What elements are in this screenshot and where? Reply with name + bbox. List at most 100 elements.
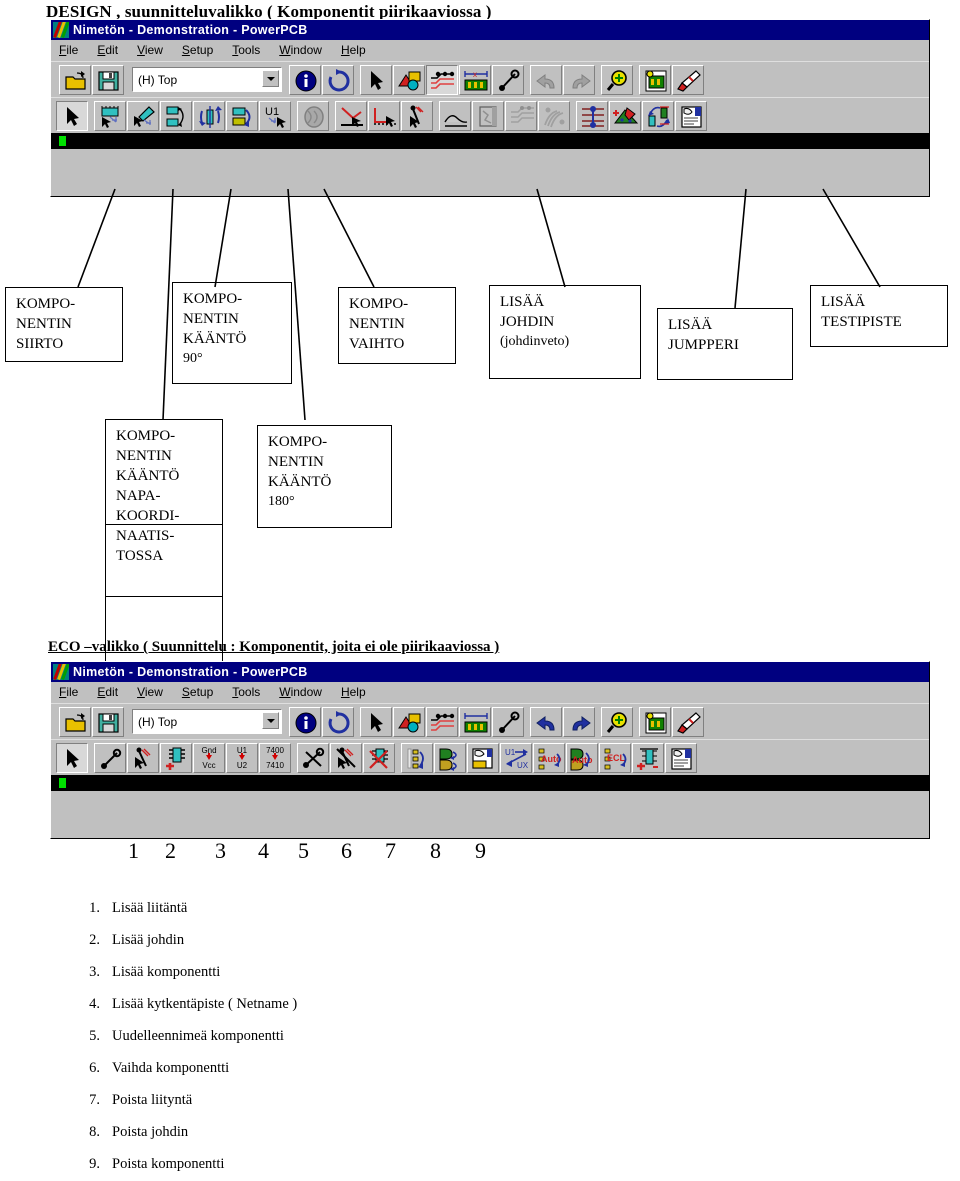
window-title: Nimetön - Demonstration - PowerPCB xyxy=(73,23,308,37)
menu-item-help[interactable]: Help xyxy=(341,685,366,699)
menu-item-file[interactable]: File xyxy=(59,685,78,699)
glue-component-button[interactable] xyxy=(127,100,159,131)
title-bar-eco: Nimetön - Demonstration - PowerPCB xyxy=(51,662,929,682)
select-tool-button[interactable] xyxy=(360,64,392,95)
add-component-button[interactable] xyxy=(160,742,192,773)
add-corner-button[interactable] xyxy=(368,100,400,131)
measure-line-button[interactable] xyxy=(492,64,524,95)
menu-item-setup[interactable]: Setup xyxy=(182,685,213,699)
swap-pins-button[interactable] xyxy=(401,742,433,773)
svg-text:U1: U1 xyxy=(505,748,516,757)
chevron-down-icon[interactable] xyxy=(262,70,279,87)
split-plane-button[interactable] xyxy=(439,100,471,131)
add-netname-button[interactable] xyxy=(127,742,159,773)
list-item-label: Poista johdin xyxy=(112,1124,189,1140)
zoom-board-button[interactable] xyxy=(639,706,671,737)
svg-text:UX: UX xyxy=(517,761,529,770)
add-plane-button[interactable] xyxy=(609,100,641,131)
callout-line: NENTIN xyxy=(268,454,324,470)
move-component-button[interactable] xyxy=(94,100,126,131)
eco-report-button[interactable] xyxy=(665,742,697,773)
route-traces-button[interactable] xyxy=(426,64,458,95)
delete-component-button[interactable] xyxy=(363,742,395,773)
rotate-90-button[interactable] xyxy=(160,100,192,131)
query-info-button[interactable] xyxy=(289,706,321,737)
u2-label: U2 xyxy=(236,760,248,770)
index-number: 2 xyxy=(165,838,176,863)
add-testpoint-button[interactable] xyxy=(576,100,608,131)
board-dimension-button[interactable] xyxy=(459,706,491,737)
design-rules-button[interactable] xyxy=(393,64,425,95)
hand-report-button[interactable] xyxy=(467,742,499,773)
rename-net-button[interactable]: Gnd Vcc xyxy=(193,742,225,773)
menu-item-view[interactable]: View xyxy=(137,685,163,699)
fanout-button[interactable] xyxy=(505,100,537,131)
toolbar-standard-eco: (H) Top xyxy=(51,703,929,739)
menu-item-tools[interactable]: Tools xyxy=(232,685,260,699)
layer-combo-box[interactable]: (H) Top xyxy=(132,67,282,92)
delete-connection-button[interactable] xyxy=(297,742,329,773)
design-rules-button[interactable] xyxy=(393,706,425,737)
rotate-polar-button[interactable] xyxy=(193,100,225,131)
redo-button[interactable] xyxy=(563,706,595,737)
menu-item-window[interactable]: Window xyxy=(279,685,322,699)
ecl-swap-button[interactable]: ECL xyxy=(599,742,631,773)
exchange-pins-button[interactable] xyxy=(642,100,674,131)
select-tool-button-eco[interactable] xyxy=(56,742,88,773)
menu-item-setup[interactable]: Setup xyxy=(182,43,213,57)
bus-route-button[interactable] xyxy=(538,100,570,131)
select-tool-button-design[interactable] xyxy=(56,100,88,131)
undo-button[interactable] xyxy=(530,706,562,737)
callout-napakoordinaatistossa: KOMPO- NENTIN KÄÄNTÖ NAPA- KOORDI- NAATI… xyxy=(105,419,223,597)
rotate-180-button[interactable] xyxy=(226,100,258,131)
refresh-view-button[interactable] xyxy=(322,706,354,737)
eco-function-list: 1. Lisää liitäntä 2. Lisää johdin 3. Lis… xyxy=(78,900,297,1181)
swap-part-type-button[interactable]: 7400 7410 xyxy=(259,742,291,773)
menu-item-edit[interactable]: Edit xyxy=(97,685,118,699)
measure-line-button[interactable] xyxy=(492,706,524,737)
add-part-button[interactable] xyxy=(632,742,664,773)
refresh-view-button[interactable] xyxy=(322,64,354,95)
rename-u1-ux-button[interactable]: U1 UX xyxy=(500,742,532,773)
callout-line: KOMPO- xyxy=(116,428,176,444)
zoom-in-button[interactable] xyxy=(601,706,633,737)
save-file-button[interactable] xyxy=(92,706,124,737)
menu-item-file[interactable]: File xyxy=(59,43,78,57)
paint-brush-button[interactable] xyxy=(672,64,704,95)
report-button[interactable] xyxy=(675,100,707,131)
callout-komponentin-siirto: KOMPO- NENTIN SIIRTO xyxy=(5,287,123,362)
pin-swap-button[interactable] xyxy=(297,100,329,131)
chevron-down-icon[interactable] xyxy=(262,712,279,729)
auto-rename-pins-button[interactable]: Auto xyxy=(533,742,565,773)
open-file-button[interactable] xyxy=(59,64,91,95)
auto-rename-gates-button[interactable]: Auto xyxy=(566,742,598,773)
menu-item-window[interactable]: Window xyxy=(279,43,322,57)
rename-component-button[interactable]: U1 U2 xyxy=(226,742,258,773)
save-file-button[interactable] xyxy=(92,64,124,95)
list-item-label: Vaihda komponentti xyxy=(112,1060,230,1076)
zoom-board-button[interactable] xyxy=(639,64,671,95)
paint-brush-button[interactable] xyxy=(672,706,704,737)
callout-komponentin-kaanto-180: KOMPO- NENTIN KÄÄNTÖ 180° xyxy=(257,425,392,528)
menu-item-tools[interactable]: Tools xyxy=(232,43,260,57)
delete-netname-button[interactable] xyxy=(330,742,362,773)
add-jumper-button[interactable] xyxy=(401,100,433,131)
swap-gates-button[interactable] xyxy=(434,742,466,773)
app-logo-icon xyxy=(53,22,69,38)
query-info-button[interactable] xyxy=(289,64,321,95)
open-file-button[interactable] xyxy=(59,706,91,737)
undo-button[interactable] xyxy=(530,64,562,95)
zoom-in-button[interactable] xyxy=(601,64,633,95)
add-connection-button[interactable] xyxy=(94,742,126,773)
menu-item-edit[interactable]: Edit xyxy=(97,43,118,57)
board-dimension-button[interactable]: x xyxy=(459,64,491,95)
menu-item-view[interactable]: View xyxy=(137,43,163,57)
copper-pour-button[interactable] xyxy=(472,100,504,131)
layer-combo-box-eco[interactable]: (H) Top xyxy=(132,709,282,734)
route-traces-button[interactable] xyxy=(426,706,458,737)
add-route-button[interactable] xyxy=(335,100,367,131)
swap-component-button[interactable]: U1 xyxy=(259,100,291,131)
redo-button[interactable] xyxy=(563,64,595,95)
select-tool-button[interactable] xyxy=(360,706,392,737)
menu-item-help[interactable]: Help xyxy=(341,43,366,57)
